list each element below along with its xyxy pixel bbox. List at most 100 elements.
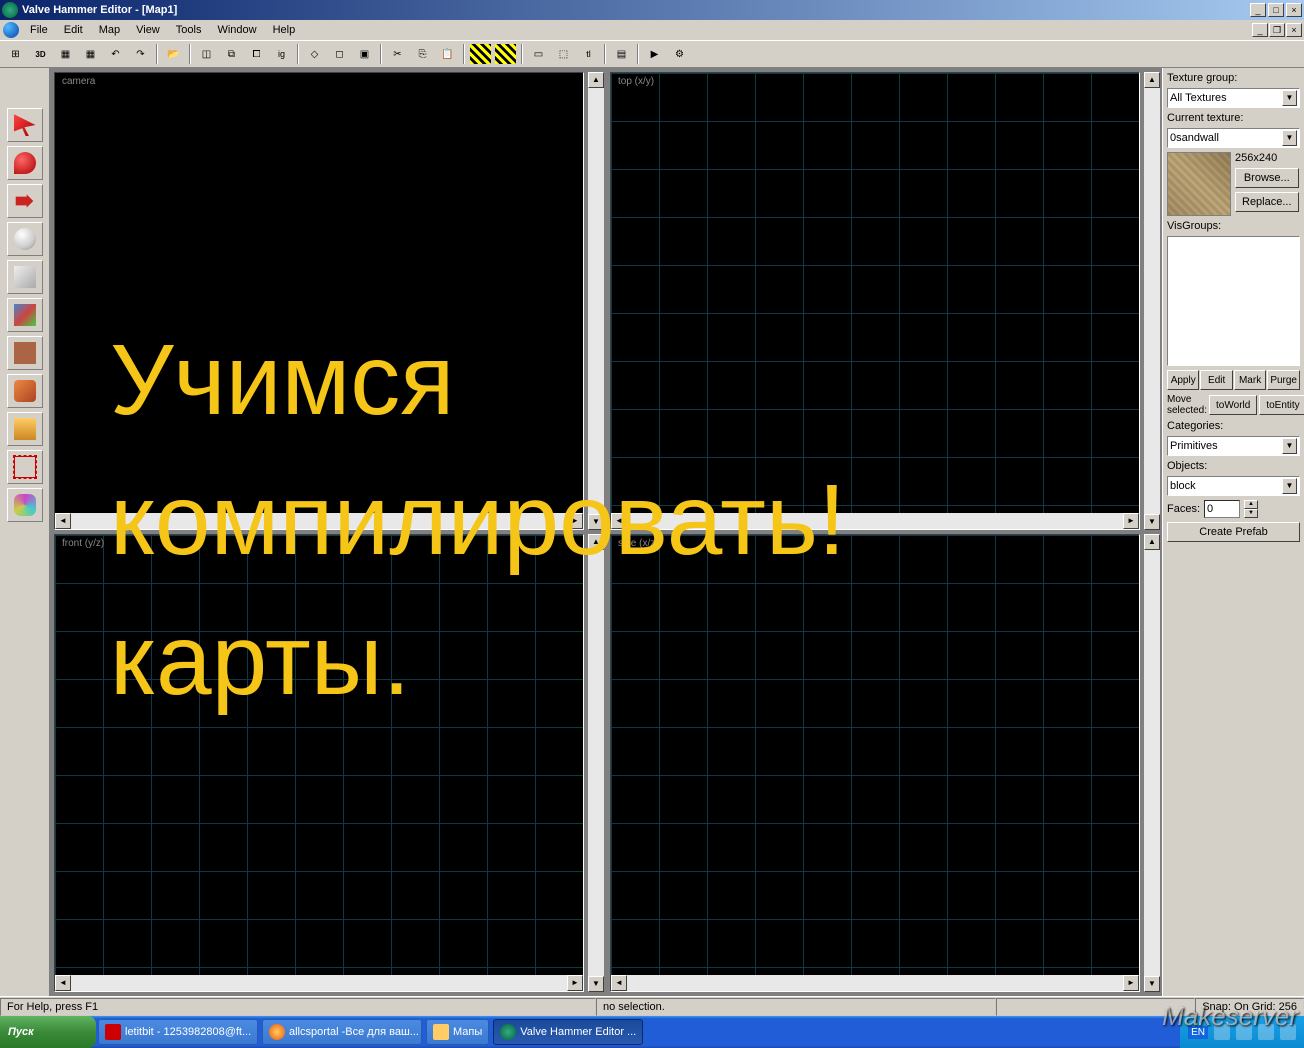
close-button[interactable]: × [1286, 3, 1302, 17]
tb-grid-icon[interactable]: ⊞ [4, 43, 27, 65]
minimize-button[interactable]: _ [1250, 3, 1266, 17]
menu-help[interactable]: Help [265, 22, 304, 38]
visgroups-label: VisGroups: [1167, 220, 1300, 232]
tb-run-icon[interactable]: ▶ [643, 43, 666, 65]
tb-grid-smaller-icon[interactable]: ▦ [54, 43, 77, 65]
viewport-hscroll[interactable]: ◄► [55, 975, 583, 991]
tb-clip-icon[interactable]: ◻ [328, 43, 351, 65]
maximize-button[interactable]: □ [1268, 3, 1284, 17]
viewport-front[interactable]: front (y/z) ◄► [54, 534, 584, 992]
menu-view[interactable]: View [128, 22, 168, 38]
replace-button[interactable]: Replace... [1235, 192, 1299, 212]
tb-texture-lock-icon[interactable]: tl [577, 43, 600, 65]
hammer-icon [500, 1024, 516, 1040]
start-button[interactable]: Пуск [0, 1016, 96, 1048]
menu-bar: File Edit Map View Tools Window Help _ ❐… [0, 20, 1304, 40]
vertex-tool[interactable] [7, 450, 43, 484]
viewport-vscroll[interactable]: ▲▼ [1144, 534, 1160, 992]
apply-button[interactable]: Apply [1167, 370, 1199, 390]
mdi-restore-button[interactable]: ❐ [1269, 23, 1285, 37]
objects-dropdown[interactable]: block ▼ [1167, 476, 1300, 496]
chevron-down-icon: ▼ [1282, 90, 1297, 106]
viewport-camera[interactable]: camera ◄► [54, 72, 584, 530]
tb-cordon-edit-icon[interactable] [494, 43, 517, 65]
toentity-button[interactable]: toEntity [1259, 395, 1304, 415]
tb-select-touch-icon[interactable]: ⬚ [552, 43, 575, 65]
tb-carve-icon[interactable]: ◫ [195, 43, 218, 65]
path-tool[interactable] [7, 488, 43, 522]
menu-tools[interactable]: Tools [168, 22, 210, 38]
browse-button[interactable]: Browse... [1235, 168, 1299, 188]
tb-copy-icon[interactable]: ⎘ [411, 43, 434, 65]
purge-button[interactable]: Purge [1267, 370, 1300, 390]
current-texture-dropdown[interactable]: 0sandwall ▼ [1167, 128, 1300, 148]
faces-spinner[interactable]: ▲▼ [1244, 500, 1258, 518]
tb-redo-icon[interactable]: ↷ [129, 43, 152, 65]
texture-tool[interactable] [7, 298, 43, 332]
tb-paste-icon[interactable]: 📋 [436, 43, 459, 65]
viewport-top[interactable]: top (x/y) ◄► [610, 72, 1140, 530]
texture-preview [1167, 152, 1231, 216]
menu-window[interactable]: Window [209, 22, 264, 38]
tb-ig-icon[interactable]: ig [270, 43, 293, 65]
tb-group-icon[interactable]: ⧉ [220, 43, 243, 65]
selection-tool[interactable] [7, 108, 43, 142]
move-selected-label: Move selected: [1167, 394, 1207, 416]
viewport-label: front (y/z) [56, 536, 110, 551]
mark-button[interactable]: Mark [1234, 370, 1266, 390]
filezilla-icon [105, 1024, 121, 1040]
viewport-vscroll[interactable]: ▲▼ [588, 72, 604, 530]
categories-dropdown[interactable]: Primitives ▼ [1167, 436, 1300, 456]
task-item[interactable]: Мапы [426, 1019, 489, 1045]
tb-hollow-icon[interactable]: ◇ [303, 43, 326, 65]
block-tool[interactable] [7, 260, 43, 294]
tb-select-mode-icon[interactable]: ▭ [527, 43, 550, 65]
folder-icon [433, 1024, 449, 1040]
task-item-active[interactable]: Valve Hammer Editor ... [493, 1019, 643, 1045]
menu-edit[interactable]: Edit [56, 22, 91, 38]
entity-tool[interactable] [7, 222, 43, 256]
mdi-close-button[interactable]: × [1286, 23, 1302, 37]
tb-compile-icon[interactable]: ⚙ [668, 43, 691, 65]
faces-input[interactable] [1204, 500, 1240, 518]
viewport-side[interactable]: side (x/z) ◄► [610, 534, 1140, 992]
camera-tool[interactable] [7, 184, 43, 218]
viewport-hscroll[interactable]: ◄► [55, 513, 583, 529]
tb-grid-larger-icon[interactable]: ▦ [79, 43, 102, 65]
tb-align-icon[interactable]: ▤ [610, 43, 633, 65]
visgroups-list[interactable] [1167, 236, 1300, 366]
categories-label: Categories: [1167, 420, 1300, 432]
task-item[interactable]: letitbit - 1253982808@ft... [98, 1019, 258, 1045]
viewport-vscroll[interactable]: ▲▼ [1144, 72, 1160, 530]
magnify-tool[interactable] [7, 146, 43, 180]
menu-map[interactable]: Map [91, 22, 128, 38]
texture-group-dropdown[interactable]: All Textures ▼ [1167, 88, 1300, 108]
tb-ungroup-icon[interactable]: ⧠ [245, 43, 268, 65]
tb-3d-icon[interactable]: 3D [29, 43, 52, 65]
edit-button[interactable]: Edit [1200, 370, 1232, 390]
apply-texture-tool[interactable] [7, 336, 43, 370]
tb-open-icon[interactable]: 📂 [162, 43, 185, 65]
viewport-area: camera ◄► ▲▼ top (x/y) ◄► ▲▼ front (y/z)… [50, 68, 1162, 996]
viewport-vscroll[interactable]: ▲▼ [588, 534, 604, 992]
texture-panel: Texture group: All Textures ▼ Current te… [1162, 68, 1304, 996]
toworld-button[interactable]: toWorld [1209, 395, 1257, 415]
decal-tool[interactable] [7, 374, 43, 408]
task-item[interactable]: allcsportal -Все для ваш... [262, 1019, 422, 1045]
main-toolbar: ⊞ 3D ▦ ▦ ↶ ↷ 📂 ◫ ⧉ ⧠ ig ◇ ◻ ▣ ✂ ⎘ 📋 ▭ ⬚ … [0, 40, 1304, 68]
viewport-hscroll[interactable]: ◄► [611, 975, 1139, 991]
texture-size-label: 256x240 [1235, 152, 1299, 164]
globe-icon [3, 22, 19, 38]
chevron-down-icon: ▼ [1282, 130, 1297, 146]
create-prefab-button[interactable]: Create Prefab [1167, 522, 1300, 542]
menu-file[interactable]: File [22, 22, 56, 38]
status-selection: no selection. [596, 998, 996, 1016]
viewport-label: camera [56, 74, 101, 89]
tb-cordon-icon[interactable] [469, 43, 492, 65]
viewport-hscroll[interactable]: ◄► [611, 513, 1139, 529]
tb-cut-icon[interactable]: ✂ [386, 43, 409, 65]
clip-tool[interactable] [7, 412, 43, 446]
tb-undo-icon[interactable]: ↶ [104, 43, 127, 65]
tb-vertex-icon[interactable]: ▣ [353, 43, 376, 65]
mdi-minimize-button[interactable]: _ [1252, 23, 1268, 37]
